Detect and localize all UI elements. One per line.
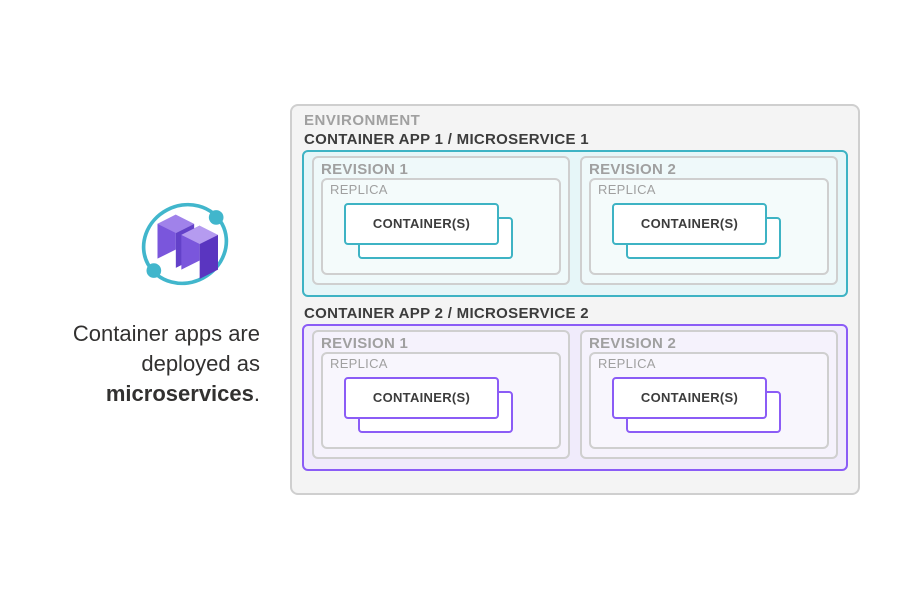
replica-label: REPLICA <box>330 356 552 371</box>
containers-stack: CONTAINER(S) <box>330 377 552 437</box>
replica-label: REPLICA <box>330 182 552 197</box>
replica-box: REPLICA CONTAINER(S) <box>589 352 829 449</box>
caption-text: Container apps are deployed as microserv… <box>73 319 260 408</box>
environment-label: ENVIRONMENT <box>302 112 848 129</box>
revision-label: REVISION 2 <box>589 335 829 352</box>
container-box-front: CONTAINER(S) <box>344 377 499 419</box>
left-column: Container apps are deployed as microserv… <box>0 189 290 408</box>
app-2-revision-2: REVISION 2 REPLICA CONTAINER(S) <box>580 330 838 459</box>
replica-box: REPLICA CONTAINER(S) <box>589 178 829 275</box>
caption-line-2: deployed as <box>141 351 260 376</box>
container-app-2: REVISION 1 REPLICA CONTAINER(S) REVISION… <box>302 324 848 471</box>
caption-bold: microservices <box>106 381 254 406</box>
diagram-column: ENVIRONMENT CONTAINER APP 1 / MICROSERVI… <box>290 104 880 495</box>
revision-label: REVISION 2 <box>589 161 829 178</box>
replica-label: REPLICA <box>598 356 820 371</box>
containers-stack: CONTAINER(S) <box>330 203 552 263</box>
container-box-front: CONTAINER(S) <box>612 203 767 245</box>
revision-label: REVISION 1 <box>321 335 561 352</box>
app-1-revisions-row: REVISION 1 REPLICA CONTAINER(S) REVISION… <box>312 156 838 285</box>
container-box-front: CONTAINER(S) <box>344 203 499 245</box>
container-app-1: REVISION 1 REPLICA CONTAINER(S) REVISION… <box>302 150 848 297</box>
containers-stack: CONTAINER(S) <box>598 203 820 263</box>
app-2-revision-1: REVISION 1 REPLICA CONTAINER(S) <box>312 330 570 459</box>
containers-stack: CONTAINER(S) <box>598 377 820 437</box>
caption-line-1: Container apps are <box>73 321 260 346</box>
app-1-revision-1: REVISION 1 REPLICA CONTAINER(S) <box>312 156 570 285</box>
container-apps-service-icon <box>130 189 240 299</box>
app-1-label: CONTAINER APP 1 / MICROSERVICE 1 <box>302 131 848 148</box>
revision-label: REVISION 1 <box>321 161 561 178</box>
caption-suffix: . <box>254 381 260 406</box>
replica-box: REPLICA CONTAINER(S) <box>321 178 561 275</box>
container-box-front: CONTAINER(S) <box>612 377 767 419</box>
replica-box: REPLICA CONTAINER(S) <box>321 352 561 449</box>
app-2-label: CONTAINER APP 2 / MICROSERVICE 2 <box>302 305 848 322</box>
app-1-revision-2: REVISION 2 REPLICA CONTAINER(S) <box>580 156 838 285</box>
app-2-revisions-row: REVISION 1 REPLICA CONTAINER(S) REVISION… <box>312 330 838 459</box>
replica-label: REPLICA <box>598 182 820 197</box>
environment-box: ENVIRONMENT CONTAINER APP 1 / MICROSERVI… <box>290 104 860 495</box>
